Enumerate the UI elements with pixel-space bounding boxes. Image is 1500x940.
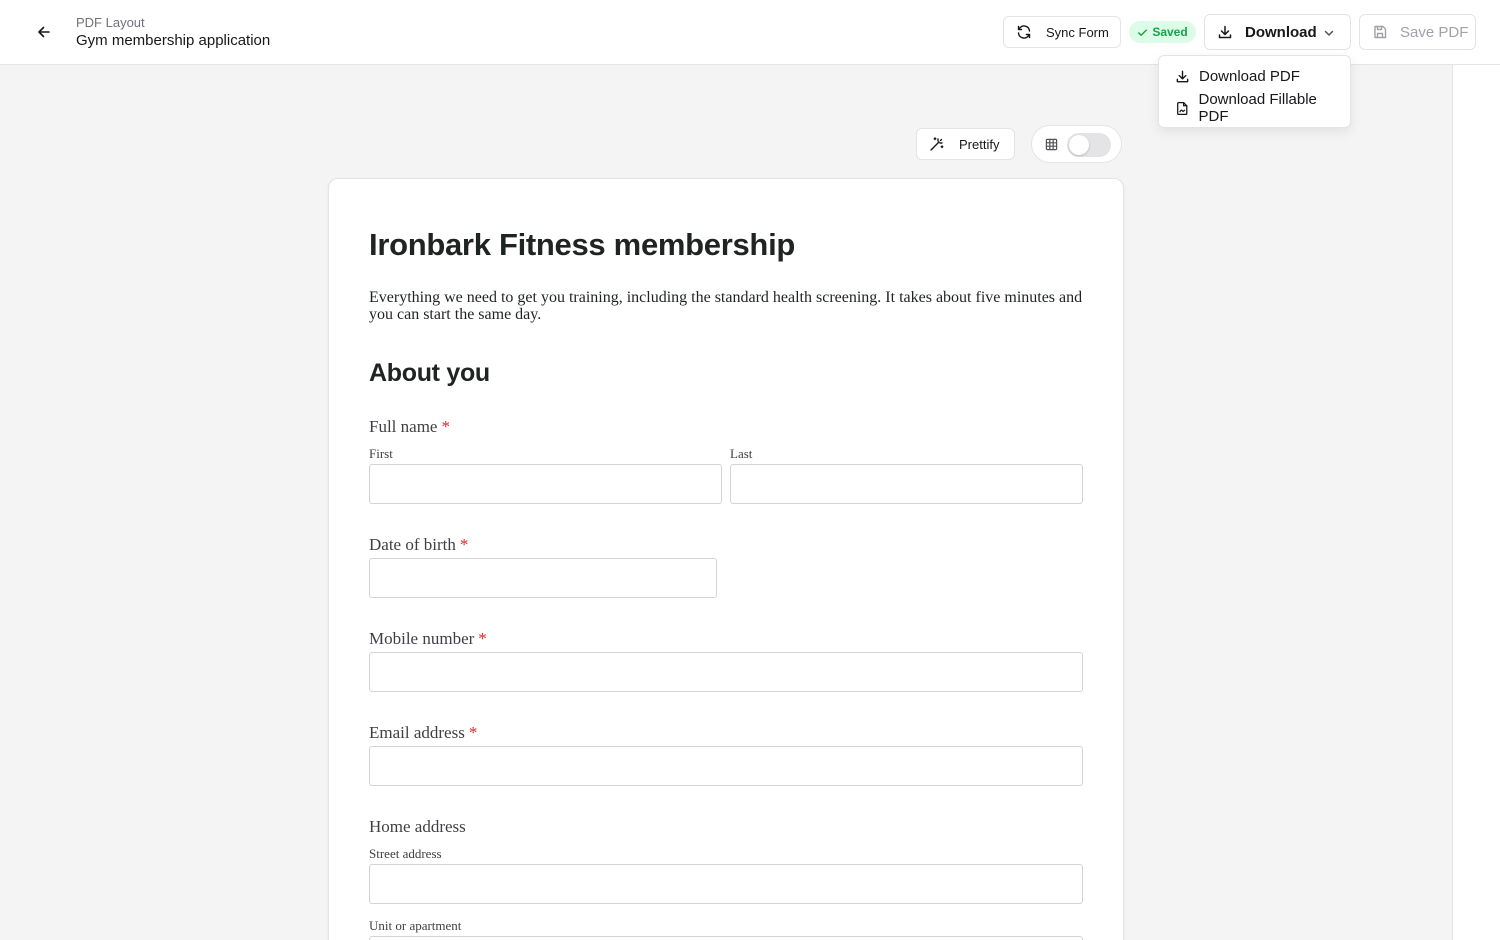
mobile-label-text: Mobile number [369, 629, 475, 648]
email-label-text: Email address [369, 723, 465, 742]
prettify-label: Prettify [959, 136, 1000, 152]
download-menu: Download PDF Download Fillable PDF [1158, 55, 1351, 128]
form-title: Ironbark Fitness membership [369, 227, 796, 262]
menu-item-download-fillable-pdf[interactable]: Download Fillable PDF [1163, 91, 1346, 125]
download-label: Download [1245, 23, 1317, 41]
save-pdf-button[interactable]: Save PDF [1359, 14, 1476, 50]
mobile-input[interactable] [369, 652, 1083, 692]
menu-item-label: Download PDF [1199, 67, 1300, 85]
chevron-down-icon [1324, 30, 1334, 36]
menu-item-download-pdf[interactable]: Download PDF [1163, 60, 1346, 92]
save-pdf-label: Save PDF [1400, 23, 1469, 41]
first-name-input[interactable] [369, 464, 722, 504]
menu-item-label: Download Fillable PDF [1198, 91, 1317, 125]
grid-toggle-group [1031, 125, 1122, 163]
required-marker: * [459, 535, 469, 554]
required-marker: * [441, 417, 450, 436]
save-icon [1374, 25, 1387, 39]
full-name-label: Full name * [369, 417, 450, 437]
refresh-icon [1017, 25, 1031, 39]
required-marker: * [468, 723, 478, 742]
breadcrumb: PDF Layout [76, 15, 145, 30]
sync-form-label: Sync Form [1046, 24, 1109, 40]
first-name-sublabel: First [369, 446, 393, 461]
toggle-knob [1069, 135, 1089, 155]
dob-input[interactable] [369, 558, 717, 598]
saved-label: Saved [1152, 25, 1188, 39]
arrow-left-icon [38, 26, 50, 38]
street-address-input[interactable] [369, 864, 1083, 904]
section-title: About you [369, 359, 490, 387]
download-button[interactable]: Download [1204, 14, 1351, 50]
download-icon [1176, 70, 1189, 82]
last-name-sublabel: Last [730, 446, 753, 461]
street-address-sublabel: Street address [369, 846, 442, 861]
download-icon [1218, 25, 1232, 39]
check-icon [1138, 28, 1148, 36]
form-preview-card: Ironbark Fitness membership Everything w… [328, 178, 1124, 940]
right-side-panel [1452, 65, 1500, 940]
saved-status-badge: Saved [1129, 21, 1196, 43]
grid-toggle-switch[interactable] [1067, 133, 1111, 157]
last-name-input[interactable] [730, 464, 1083, 504]
unit-input[interactable] [369, 936, 1083, 940]
back-button[interactable] [28, 18, 60, 46]
mobile-label: Mobile number * [369, 629, 487, 649]
form-description: Everything we need to get you training, … [369, 289, 1083, 323]
unit-sublabel: Unit or apartment [369, 918, 462, 933]
page-title: Gym membership application [76, 32, 271, 49]
full-name-label-text: Full name [369, 417, 438, 436]
grid-icon [1045, 138, 1058, 150]
required-marker: * [478, 629, 487, 648]
dob-label: Date of birth * [369, 535, 468, 555]
sync-form-button[interactable]: Sync Form [1003, 16, 1121, 48]
email-input[interactable] [369, 746, 1083, 786]
file-signature-icon [1177, 101, 1188, 115]
magic-wand-icon [930, 137, 944, 151]
prettify-button[interactable]: Prettify [916, 128, 1015, 160]
dob-label-text: Date of birth [369, 535, 456, 554]
email-label: Email address * [369, 723, 477, 743]
home-address-label: Home address [369, 817, 466, 836]
